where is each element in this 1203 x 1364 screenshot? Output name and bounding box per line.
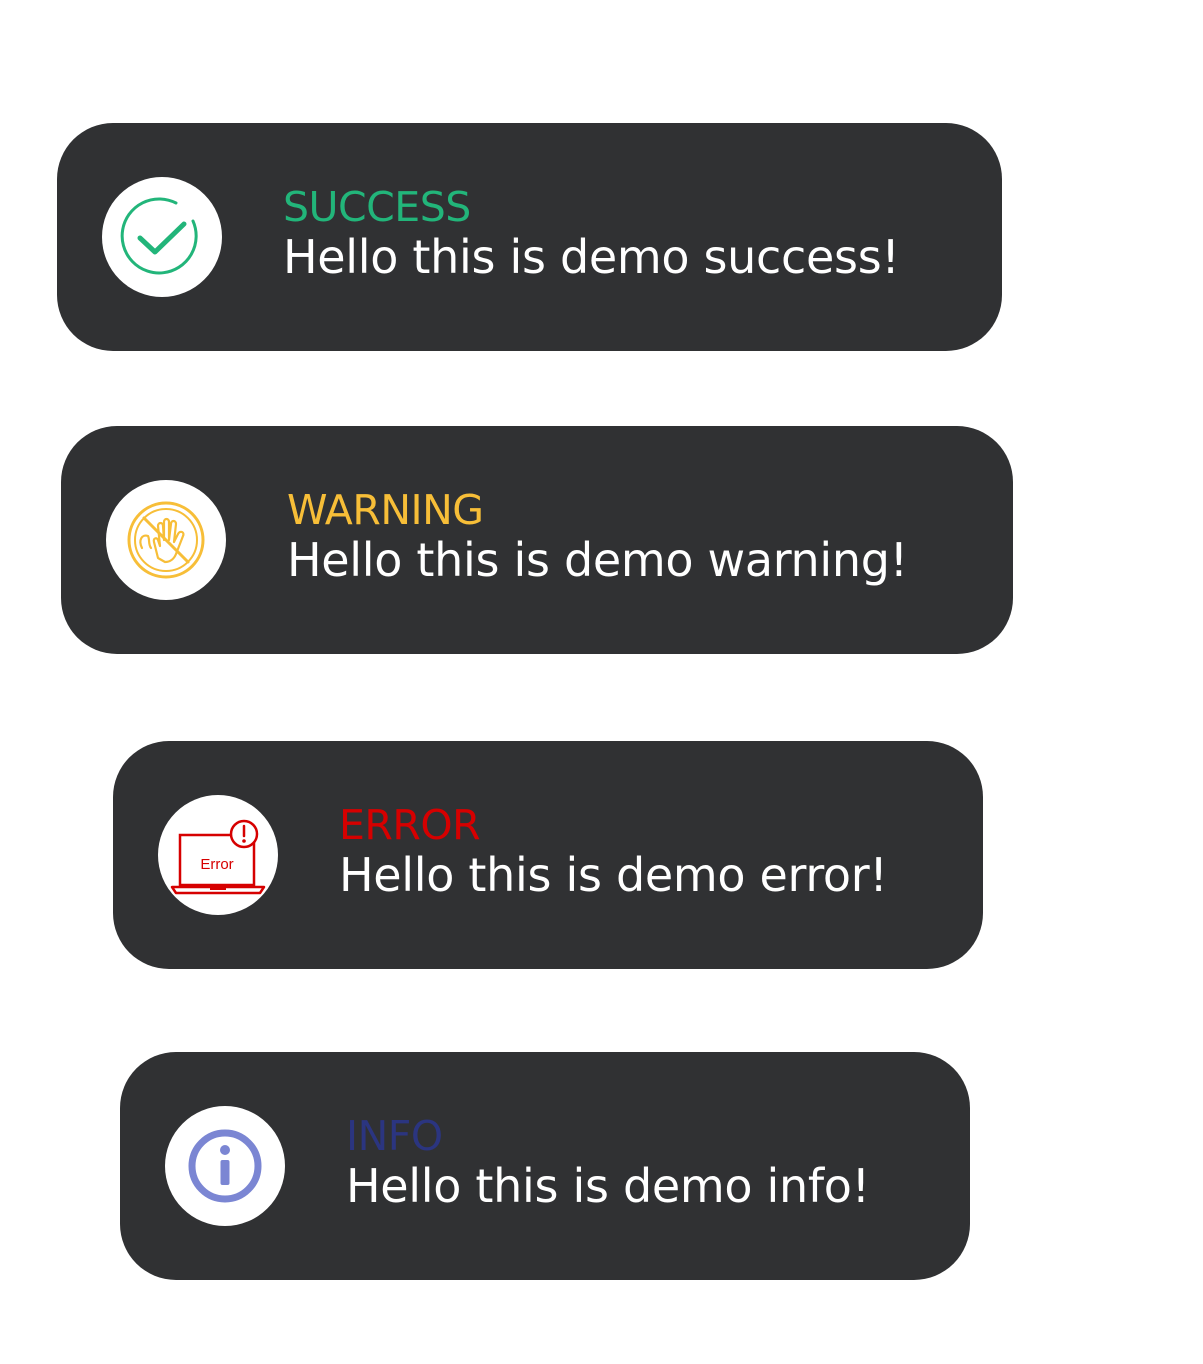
no-hand-icon bbox=[106, 480, 226, 600]
info-icon bbox=[165, 1106, 285, 1226]
check-circle-icon bbox=[102, 177, 222, 297]
toast-title: WARNING bbox=[287, 486, 484, 534]
warning-toast[interactable]: WARNING Hello this is demo warning! bbox=[61, 426, 1013, 654]
laptop-error-label: Error bbox=[200, 856, 233, 873]
laptop-error-icon: Error bbox=[158, 795, 278, 915]
toast-message: Hello this is demo warning! bbox=[287, 533, 908, 587]
toast-title: SUCCESS bbox=[283, 183, 471, 231]
success-toast[interactable]: SUCCESS Hello this is demo success! bbox=[57, 123, 1002, 351]
toast-message: Hello this is demo error! bbox=[339, 848, 888, 902]
toast-title: ERROR bbox=[339, 801, 481, 849]
error-toast[interactable]: Error ERROR Hello this is demo error! bbox=[113, 741, 983, 969]
info-toast[interactable]: INFO Hello this is demo info! bbox=[120, 1052, 970, 1280]
toast-title: INFO bbox=[346, 1112, 443, 1160]
toast-message: Hello this is demo success! bbox=[283, 230, 900, 284]
toast-message: Hello this is demo info! bbox=[346, 1159, 870, 1213]
